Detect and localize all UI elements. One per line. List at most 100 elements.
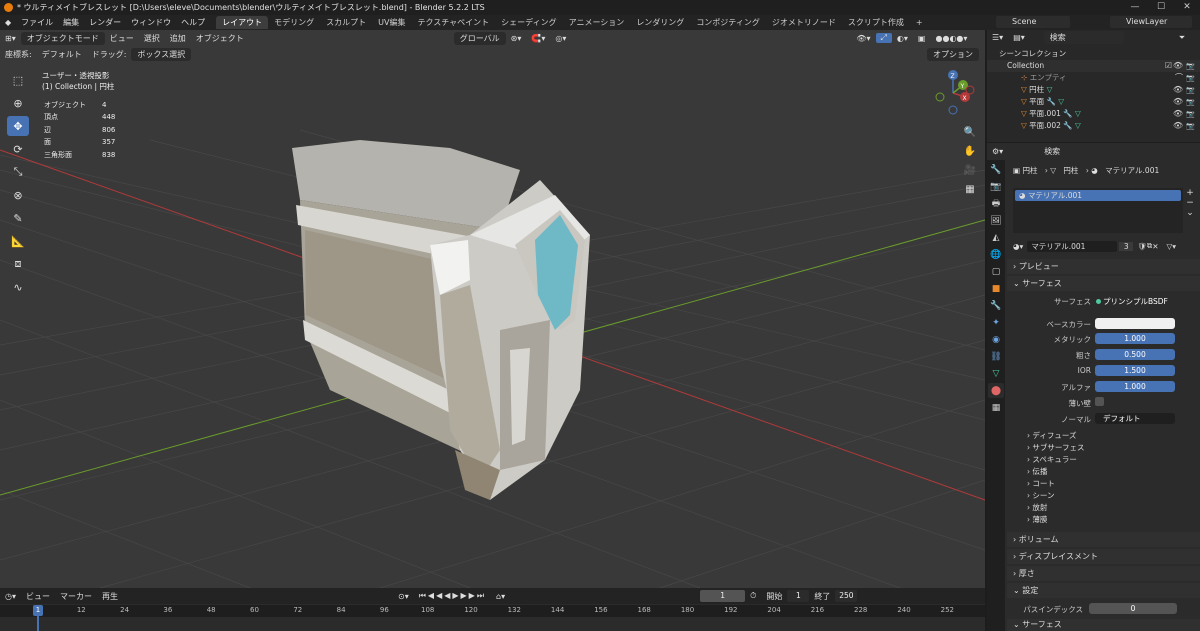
- xray-icon[interactable]: ▣: [913, 34, 931, 43]
- visibility-eye-icon[interactable]: ⌒: [1175, 72, 1183, 84]
- tl-menu-playback[interactable]: 再生: [97, 591, 123, 602]
- outliner[interactable]: ☰▾ ▤▾ 検索 ⏷ シーンコレクション Collection ☑ 👁 📷 ⊹ …: [987, 30, 1200, 142]
- visibility-icon[interactable]: 👁▾: [851, 34, 875, 43]
- add-slot-button[interactable]: +: [1184, 188, 1196, 198]
- curve-icon[interactable]: ∿: [7, 277, 29, 297]
- visibility-eye-icon[interactable]: 👁: [1173, 84, 1183, 96]
- render-camera-icon[interactable]: 📷: [1186, 96, 1195, 108]
- rotate-icon[interactable]: ⟳: [7, 139, 29, 159]
- scale-icon[interactable]: ⤡: [7, 162, 29, 182]
- base-color-swatch[interactable]: [1095, 318, 1175, 329]
- unlink-material-icon[interactable]: ✕: [1152, 242, 1158, 251]
- perspective-grid-icon[interactable]: ▦: [962, 181, 978, 197]
- outliner-item-plane-001[interactable]: ▽ 平面.001 🔧 ▽ 👁 📷: [987, 108, 1200, 120]
- scene-tab-icon[interactable]: ◭: [988, 230, 1004, 245]
- subpanel-specular[interactable]: › スペキュラー: [1027, 454, 1077, 465]
- tab-geometry-nodes[interactable]: ジオメトリノード: [766, 16, 842, 29]
- menu-help[interactable]: ヘルプ: [176, 17, 210, 28]
- subpanel-emission[interactable]: › 放射: [1027, 502, 1047, 513]
- current-frame-field[interactable]: 1: [700, 590, 746, 602]
- exclude-checkbox-icon[interactable]: ☑: [1165, 60, 1172, 72]
- surface-shader-value[interactable]: プリンシプルBSDF: [1103, 296, 1168, 307]
- panel-surface-settings[interactable]: ⌄ サーフェス: [1007, 619, 1200, 631]
- browse-material-icon[interactable]: ◕▾: [1013, 242, 1023, 251]
- tab-shading[interactable]: シェーディング: [495, 16, 562, 29]
- data-tab-icon[interactable]: ▽: [988, 366, 1004, 381]
- menu-file[interactable]: ファイル: [16, 17, 58, 28]
- object-tab-icon[interactable]: ■: [988, 281, 1004, 296]
- material-name-field[interactable]: マテリアル.001: [1027, 240, 1118, 252]
- outliner-item-empty[interactable]: ⊹ エンプティ ⌒ 📷: [987, 72, 1200, 84]
- render-camera-icon[interactable]: 📷: [1186, 60, 1195, 72]
- navigation-gizmo[interactable]: Z X Y: [935, 70, 975, 115]
- maximize-button[interactable]: ☐: [1148, 0, 1174, 15]
- output-tab-icon[interactable]: 🖶: [988, 196, 1004, 211]
- render-camera-icon[interactable]: 📷: [1186, 72, 1195, 84]
- pan-hand-icon[interactable]: ✋: [962, 143, 978, 159]
- measure-icon[interactable]: 📐: [7, 231, 29, 251]
- stopwatch-icon[interactable]: ⏱: [745, 591, 761, 601]
- add-cube-icon[interactable]: ⧈: [7, 254, 29, 274]
- scene-selector[interactable]: Scene: [996, 16, 1070, 28]
- panel-volume[interactable]: › ボリューム: [1007, 532, 1200, 547]
- ior-field[interactable]: 1.500: [1095, 365, 1175, 376]
- menu-add[interactable]: 追加: [165, 33, 191, 44]
- view-layer-selector[interactable]: ViewLayer: [1110, 16, 1192, 28]
- add-workspace-button[interactable]: +: [910, 16, 929, 29]
- zoom-icon[interactable]: 🔍: [962, 124, 978, 140]
- menu-object[interactable]: オブジェクト: [191, 33, 249, 44]
- properties-editor[interactable]: ⚙▾ 検索 🔧 📷 🖶 🖼 ◭ 🌐 ▢ ■ 🔧 ✦ ◉ ⛓ ▽ ⬤ ▦ ▣ 円柱…: [987, 143, 1200, 631]
- material-users-count[interactable]: 3: [1119, 241, 1134, 251]
- annotate-icon[interactable]: ✎: [7, 208, 29, 228]
- tab-rendering[interactable]: レンダリング: [630, 16, 690, 29]
- alpha-slider[interactable]: 1.000: [1095, 381, 1175, 392]
- subpanel-coat[interactable]: › コート: [1027, 478, 1055, 489]
- modifier-tab-icon[interactable]: 🔧: [988, 298, 1004, 313]
- collection-row[interactable]: Collection ☑ 👁 📷: [987, 60, 1200, 72]
- render-camera-icon[interactable]: 📷: [1186, 84, 1195, 96]
- transform-icon[interactable]: ⊗: [7, 185, 29, 205]
- world-tab-icon[interactable]: 🌐: [988, 247, 1004, 262]
- properties-editor-icon[interactable]: ⚙▾: [987, 147, 1008, 156]
- subpanel-diffuse[interactable]: › ディフューズ: [1027, 430, 1077, 441]
- panel-thickness[interactable]: › 厚さ: [1007, 566, 1200, 581]
- viewport-canvas[interactable]: Z X Y: [0, 30, 985, 588]
- tab-modeling[interactable]: モデリング: [268, 16, 320, 29]
- keying-icon[interactable]: ⌂▾: [491, 592, 510, 601]
- material-slot-list[interactable]: ◕ マテリアル.001: [1013, 188, 1183, 233]
- tab-sculpt[interactable]: スカルプト: [320, 16, 372, 29]
- panel-settings[interactable]: ⌄ 設定: [1007, 583, 1200, 598]
- outliner-item-cylinder[interactable]: ▽ 円柱 ▽ 👁 📷: [987, 84, 1200, 96]
- record-icon[interactable]: ⊙▾: [393, 592, 414, 601]
- remove-slot-button[interactable]: −: [1184, 198, 1196, 208]
- metallic-slider[interactable]: 1.000: [1095, 333, 1175, 344]
- link-mode-icon[interactable]: ▽▾: [1167, 242, 1177, 251]
- tab-layout[interactable]: レイアウト: [216, 16, 269, 29]
- proportional-edit-icon[interactable]: ◎▾: [550, 34, 571, 43]
- subpanel-transmission[interactable]: › 伝播: [1027, 466, 1047, 477]
- pivot-icon[interactable]: ⊛▾: [506, 34, 527, 43]
- outliner-item-plane-002[interactable]: ▽ 平面.002 🔧 ▽ 👁 📷: [987, 120, 1200, 132]
- cursor-icon[interactable]: ⊕: [7, 93, 29, 113]
- collection-tab-icon[interactable]: ▢: [988, 264, 1004, 279]
- tl-menu-view[interactable]: ビュー: [21, 591, 55, 602]
- properties-search-input[interactable]: 検索: [1038, 144, 1119, 158]
- mode-selector[interactable]: オブジェクトモード: [20, 31, 105, 45]
- close-button[interactable]: ✕: [1174, 0, 1200, 15]
- thin-wall-checkbox[interactable]: [1095, 397, 1104, 406]
- texture-tab-icon[interactable]: ▦: [988, 400, 1004, 415]
- scene-collection-row[interactable]: シーンコレクション: [987, 48, 1200, 60]
- menu-render[interactable]: レンダー: [84, 17, 126, 28]
- tab-animation[interactable]: アニメーション: [563, 16, 631, 29]
- menu-edit[interactable]: 編集: [58, 17, 84, 28]
- view-layer-tab-icon[interactable]: 🖼: [988, 213, 1004, 228]
- fake-user-shield-icon[interactable]: 🛡: [1137, 242, 1147, 251]
- frame-ruler[interactable]: 12 24 36 48 60 72 84 96 108 120 132 144 156 168 180 192…: [0, 605, 985, 617]
- shading-solid-icon[interactable]: ●●◐●▾: [930, 34, 972, 43]
- camera-icon[interactable]: 🎥: [962, 162, 978, 178]
- material-tab-icon[interactable]: ⬤: [988, 383, 1004, 398]
- bracelet-model[interactable]: [292, 140, 590, 500]
- pass-index-field[interactable]: 0: [1089, 603, 1177, 614]
- tab-uv-editing[interactable]: UV編集: [372, 16, 411, 29]
- overlay-toggle-icon[interactable]: ◐▾: [892, 34, 913, 43]
